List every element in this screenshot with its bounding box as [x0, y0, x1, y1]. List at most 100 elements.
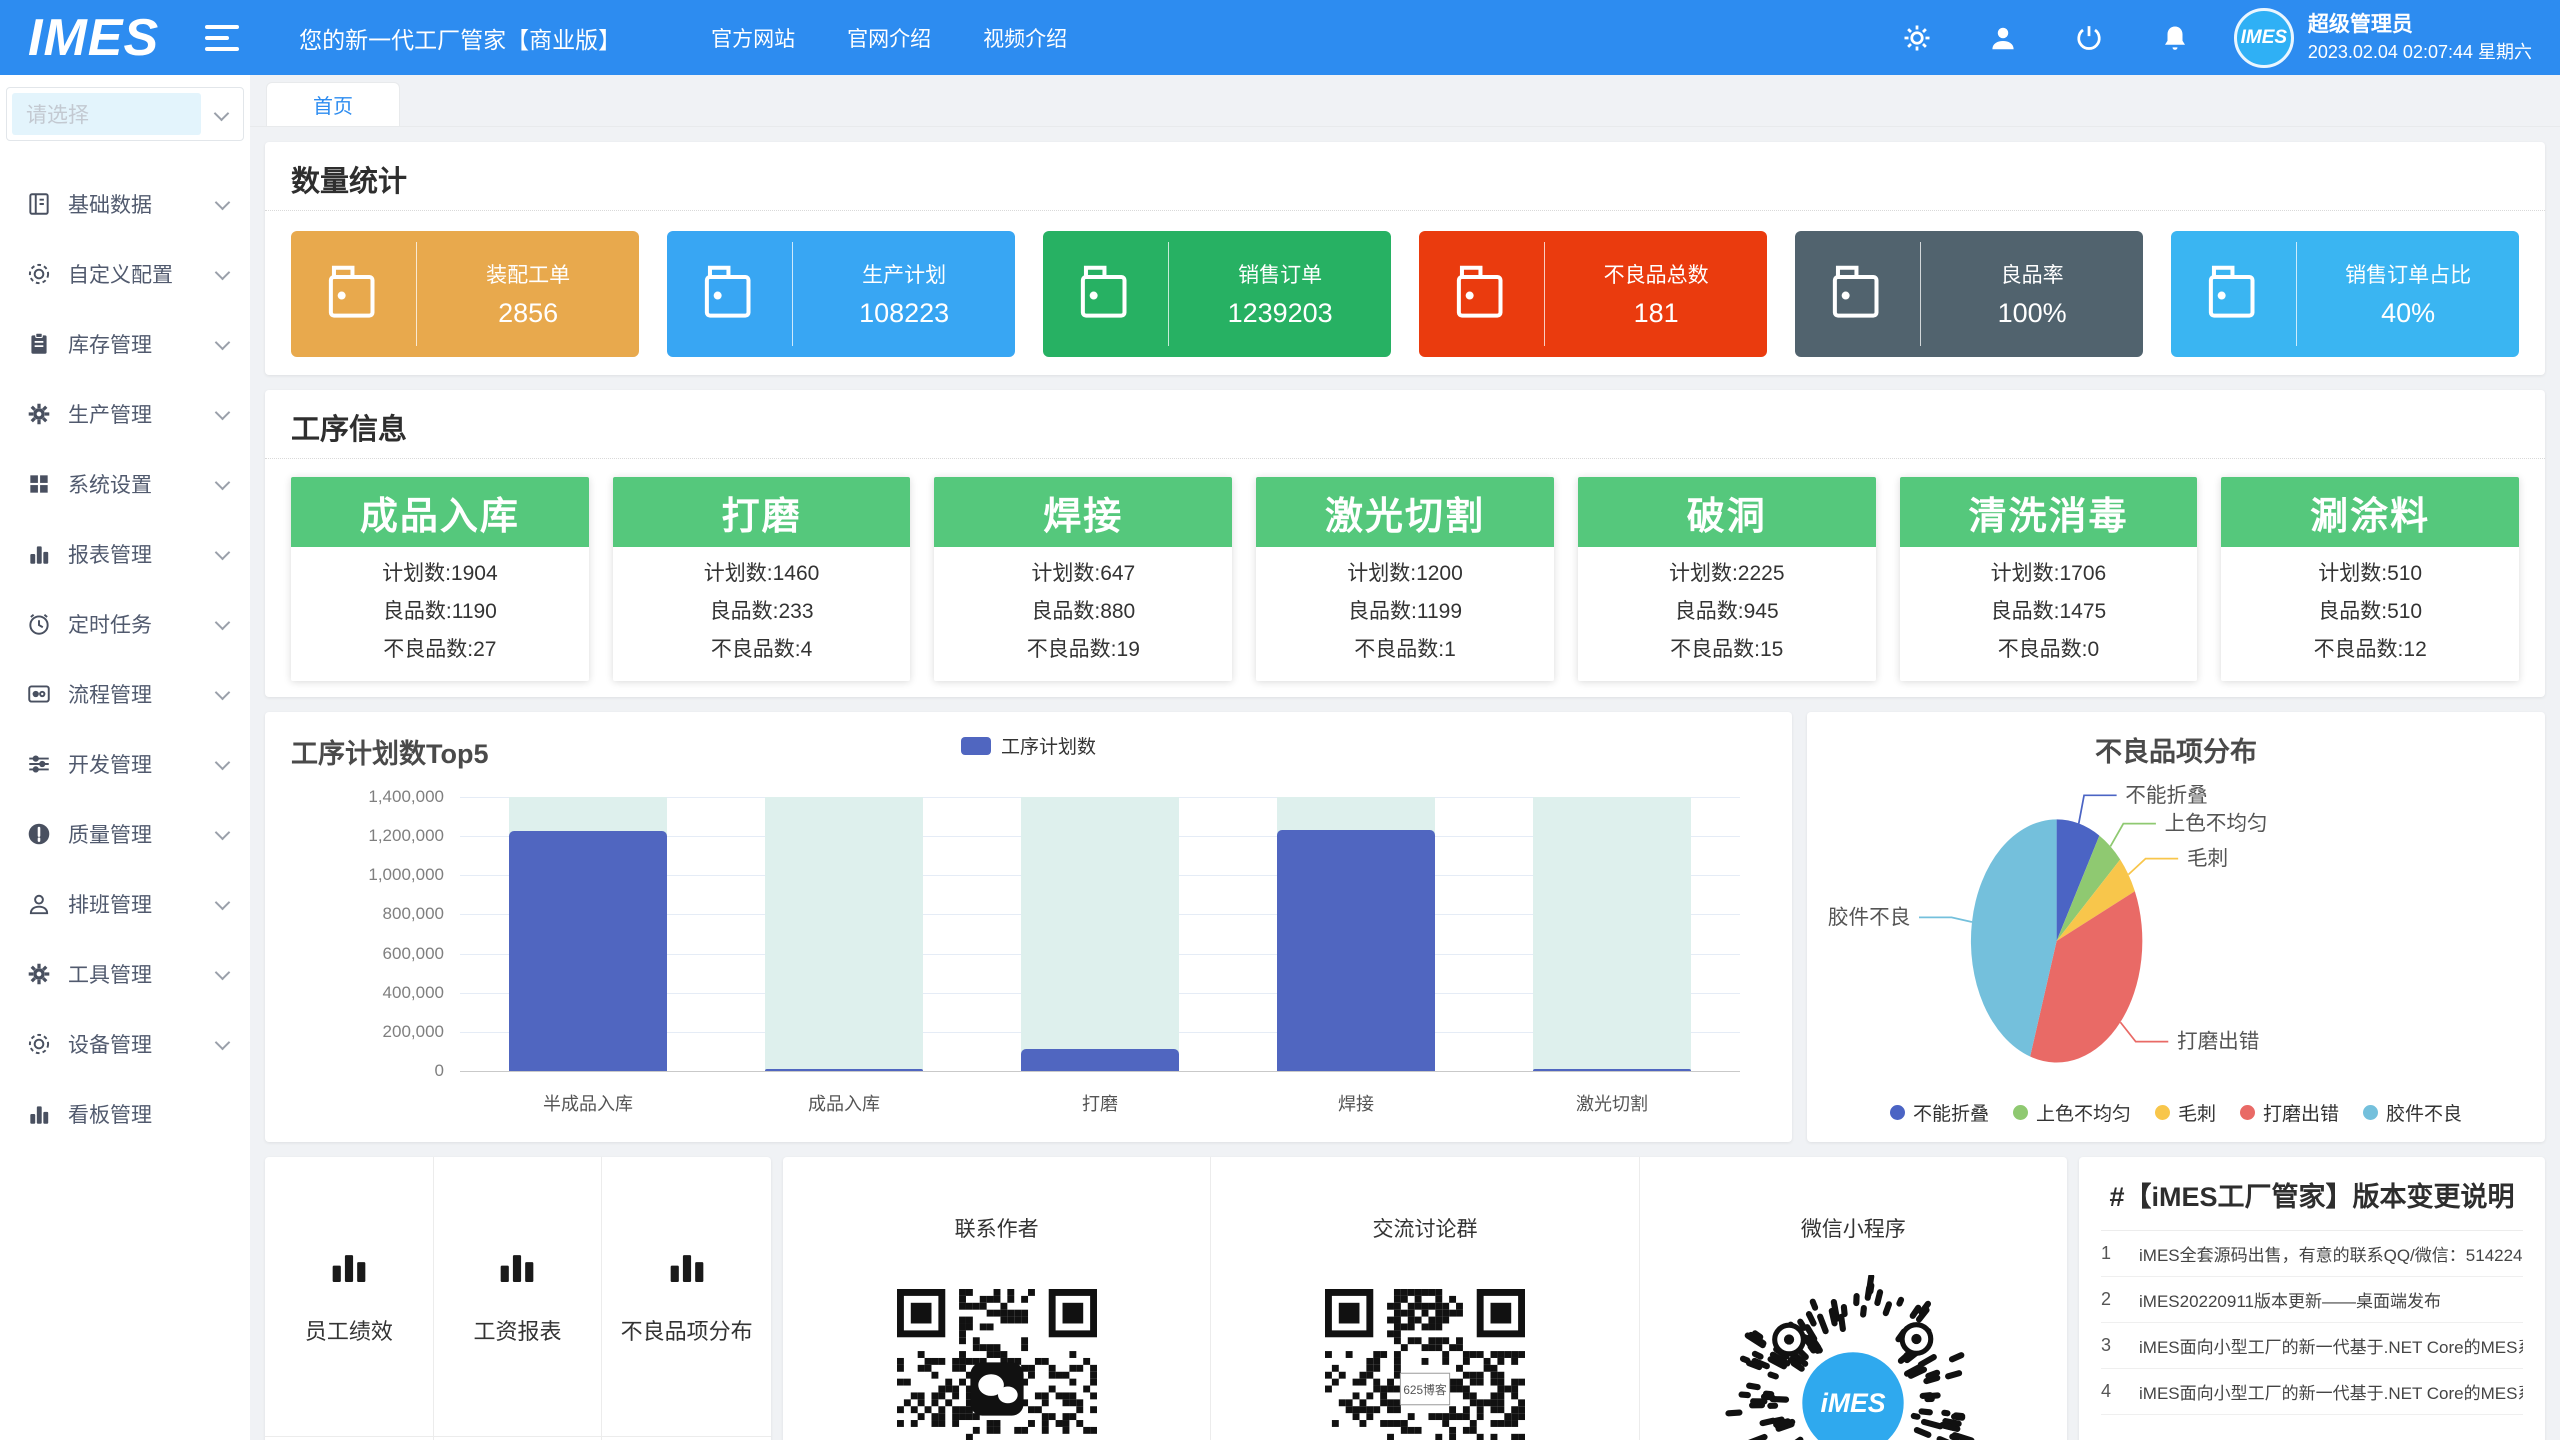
bar-plot-area: 1,400,0001,200,0001,000,000800,000600,00… [460, 797, 1740, 1072]
sidebar-item-dashboard[interactable]: 看板管理 [0, 1079, 250, 1149]
sidebar-item-quality[interactable]: 质量管理 [0, 799, 250, 869]
bar-x-axis-labels: 半成品入库成品入库打磨焊接激光切割 [460, 1090, 1740, 1116]
gear-outline-icon [26, 1031, 52, 1057]
y-axis-tick-label: 200,000 [383, 1022, 444, 1042]
sliders-icon [26, 751, 52, 777]
shortcut-label: 工资报表 [473, 1314, 561, 1346]
bar-打磨[interactable] [1021, 1049, 1180, 1071]
tab-home[interactable]: 首页 [266, 82, 400, 126]
bar-chart-legend[interactable]: 工序计划数 [265, 732, 1792, 759]
chevron-down-icon [215, 614, 231, 630]
bar-半成品入库[interactable] [509, 831, 668, 1071]
pie-svg[interactable]: 不能折叠上色不均匀毛刺打磨出错胶件不良 [1807, 776, 2545, 1102]
chevron-down-icon [215, 334, 231, 350]
sidebar-item-label: 开发管理 [68, 749, 217, 779]
nav-link-site-intro[interactable]: 官网介绍 [847, 23, 931, 53]
y-axis-tick-label: 1,000,000 [368, 865, 444, 885]
pie-legend-item[interactable]: 上色不均匀 [2013, 1099, 2131, 1126]
stat-card-3[interactable]: 不良品总数181 [1419, 231, 1767, 357]
svg-text:625博客: 625博客 [1403, 1383, 1447, 1397]
chevron-down-icon [215, 964, 231, 980]
miniprogram-section: 微信小程序 iMESS [1640, 1157, 2067, 1440]
qr-panel: 联系作者 扫一扫上面的二维码图案，加我为朋友。 交流讨论群 625博客 群名称:… [783, 1157, 2067, 1440]
bar-chart-card[interactable]: 工序计划数Top5 工序计划数 1,400,0001,200,0001,000,… [265, 712, 1792, 1142]
sidebar-item-label: 生产管理 [68, 399, 217, 429]
stat-label: 不良品总数 [1545, 259, 1767, 289]
sidebar-item-label: 质量管理 [68, 819, 217, 849]
pie-legend-item[interactable]: 胶件不良 [2363, 1099, 2462, 1126]
user-icon[interactable] [1988, 23, 2018, 53]
process-plan-count: 计划数:1200 [1256, 555, 1554, 593]
avatar[interactable]: IMES [2234, 8, 2294, 68]
stat-value: 108223 [793, 298, 1015, 329]
process-name: 打磨 [613, 477, 911, 547]
changelog-text: iMES20220911版本更新——桌面端发布 [2139, 1287, 2441, 1312]
process-good-count: 良品数:233 [613, 593, 911, 631]
process-name: 焊接 [934, 477, 1232, 547]
clock-icon [26, 611, 52, 637]
process-plan-count: 计划数:510 [2221, 555, 2519, 593]
nav-link-video-intro[interactable]: 视频介绍 [983, 23, 1067, 53]
bar-成品入库[interactable] [765, 1069, 924, 1071]
sidebar-item-reports[interactable]: 报表管理 [0, 519, 250, 589]
stat-label: 销售订单 [1169, 259, 1391, 289]
sidebar-item-workflow[interactable]: 流程管理 [0, 659, 250, 729]
select-placeholder: 请选择 [26, 99, 89, 129]
stat-card-4[interactable]: 良品率100% [1795, 231, 2143, 357]
menu-toggle-icon[interactable] [205, 25, 239, 51]
power-icon[interactable] [2074, 23, 2104, 53]
sidebar-item-label: 自定义配置 [68, 259, 217, 289]
sidebar-item-development[interactable]: 开发管理 [0, 729, 250, 799]
sidebar-item-scheduled-tasks[interactable]: 定时任务 [0, 589, 250, 659]
barchart-icon [26, 1101, 52, 1127]
sidebar-item-equipment[interactable]: 设备管理 [0, 1009, 250, 1079]
pie-chart-card[interactable]: 不良品项分布 不能折叠上色不均匀毛刺打磨出错胶件不良 不能折叠上色不均匀毛刺打磨… [1807, 712, 2545, 1142]
bar-激光切割[interactable] [1533, 1069, 1692, 1071]
process-good-count: 良品数:1199 [1256, 593, 1554, 631]
sidebar-item-tools[interactable]: 工具管理 [0, 939, 250, 1009]
sidebar-select[interactable]: 请选择 [6, 87, 244, 141]
stat-card-5[interactable]: 销售订单占比40% [2171, 231, 2519, 357]
process-plan-count: 计划数:1904 [291, 555, 589, 593]
settings-gear-icon[interactable] [1902, 23, 1932, 53]
pie-legend-item[interactable]: 毛刺 [2155, 1099, 2216, 1126]
sidebar-item-inventory[interactable]: 库存管理 [0, 309, 250, 379]
bar-background-band [1021, 797, 1180, 1071]
process-card-6: 涮涂料计划数:510良品数:510不良品数:12 [2221, 477, 2519, 681]
stat-card-1[interactable]: 生产计划108223 [667, 231, 1015, 357]
changelog-row-0[interactable]: 1iMES全套源码出售，有意的联系QQ/微信：514224717 [2101, 1231, 2523, 1277]
process-card-3: 激光切割计划数:1200良品数:1199不良品数:1 [1256, 477, 1554, 681]
bell-icon[interactable] [2160, 23, 2190, 53]
report-shortcut-grid: 员工绩效工资报表不良品项分布不良品项汇总生产报表产量统计 [265, 1157, 771, 1440]
pie-legend-item[interactable]: 打磨出错 [2240, 1099, 2339, 1126]
shortcut-0[interactable]: 员工绩效 [265, 1157, 434, 1437]
stat-value: 2856 [417, 298, 639, 329]
stat-card-2[interactable]: 销售订单1239203 [1043, 231, 1391, 357]
bar-焊接[interactable] [1277, 830, 1436, 1071]
sidebar-item-production[interactable]: 生产管理 [0, 379, 250, 449]
changelog-row-3[interactable]: 4iMES面向小型工厂的新一代基于.NET Core的MES系统__PC端 [2101, 1369, 2523, 1415]
process-name: 清洗消毒 [1900, 477, 2198, 547]
changelog-row-2[interactable]: 3iMES面向小型工厂的新一代基于.NET Core的MES系统__移动端 [2101, 1323, 2523, 1369]
sidebar-item-system-settings[interactable]: 系统设置 [0, 449, 250, 519]
shortcut-1[interactable]: 工资报表 [434, 1157, 603, 1437]
stats-panel: 数量统计 装配工单2856生产计划108223销售订单1239203不良品总数1… [265, 142, 2545, 375]
sidebar-item-custom-config[interactable]: 自定义配置 [0, 239, 250, 309]
sidebar-item-shift[interactable]: 排班管理 [0, 869, 250, 939]
stat-card-0[interactable]: 装配工单2856 [291, 231, 639, 357]
contact-qr-code [897, 1289, 1097, 1440]
shortcut-2[interactable]: 不良品项分布 [602, 1157, 771, 1437]
chevron-down-icon [215, 754, 231, 770]
process-plan-count: 计划数:2225 [1578, 555, 1876, 593]
legend-label: 毛刺 [2178, 1099, 2216, 1126]
sidebar-item-label: 排班管理 [68, 889, 217, 919]
changelog-row-1[interactable]: 2iMES20220911版本更新——桌面端发布 [2101, 1277, 2523, 1323]
pie-legend-item[interactable]: 不能折叠 [1890, 1099, 1989, 1126]
process-plan-count: 计划数:647 [934, 555, 1232, 593]
legend-dot [1890, 1105, 1905, 1120]
nav-link-official-site[interactable]: 官方网站 [711, 23, 795, 53]
sidebar-item-base-data[interactable]: 基础数据 [0, 169, 250, 239]
discussion-group-title: 交流讨论群 [1372, 1213, 1477, 1243]
process-name: 破洞 [1578, 477, 1876, 547]
tab-bar: 首页 [250, 75, 2560, 127]
